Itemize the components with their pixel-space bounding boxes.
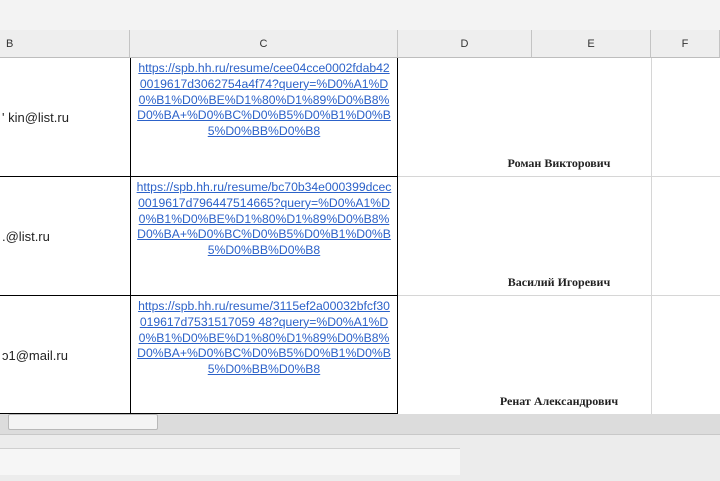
grid-line [0,295,398,296]
column-header-f[interactable]: F [651,30,720,58]
grid-line [398,176,720,177]
email-cell[interactable]: ɔ1@mail.ru [0,296,130,414]
column-header-label: F [681,37,689,50]
column-header-c[interactable]: C [130,30,398,58]
grid-line [130,58,131,414]
name-cell[interactable]: Василий Игоревич [398,275,720,293]
grid-line [397,58,398,414]
column-header-label: D [460,37,469,50]
email-cell[interactable]: .@list.ru [0,177,130,295]
grid-line [651,58,652,414]
email-cell[interactable]: ' kin@list.ru [0,58,130,176]
spreadsheet-grid: ' kin@list.ru https://spb.hh.ru/resume/c… [0,58,720,414]
horizontal-scrollbar-thumb[interactable] [8,414,158,430]
resume-link[interactable]: https://spb.hh.ru/resume/bc70b34e000399d… [131,177,397,295]
column-header-label: B [6,37,14,50]
column-header-label: C [259,37,268,50]
resume-link[interactable]: https://spb.hh.ru/resume/cee04cce0002fda… [131,58,397,176]
column-header-e[interactable]: E [532,30,651,58]
grid-line [0,176,398,177]
name-cell[interactable]: Роман Викторович [398,156,720,174]
sheet-tab-strip[interactable] [0,448,460,475]
name-cell[interactable]: Ренат Александрович [398,394,720,412]
toolbar-area [0,0,720,31]
column-header-d[interactable]: D [398,30,532,58]
grid-line [398,295,720,296]
resume-link[interactable]: https://spb.hh.ru/resume/3115ef2a00032bf… [131,296,397,414]
column-header-b[interactable]: B [0,30,130,58]
column-header-label: E [587,37,595,50]
